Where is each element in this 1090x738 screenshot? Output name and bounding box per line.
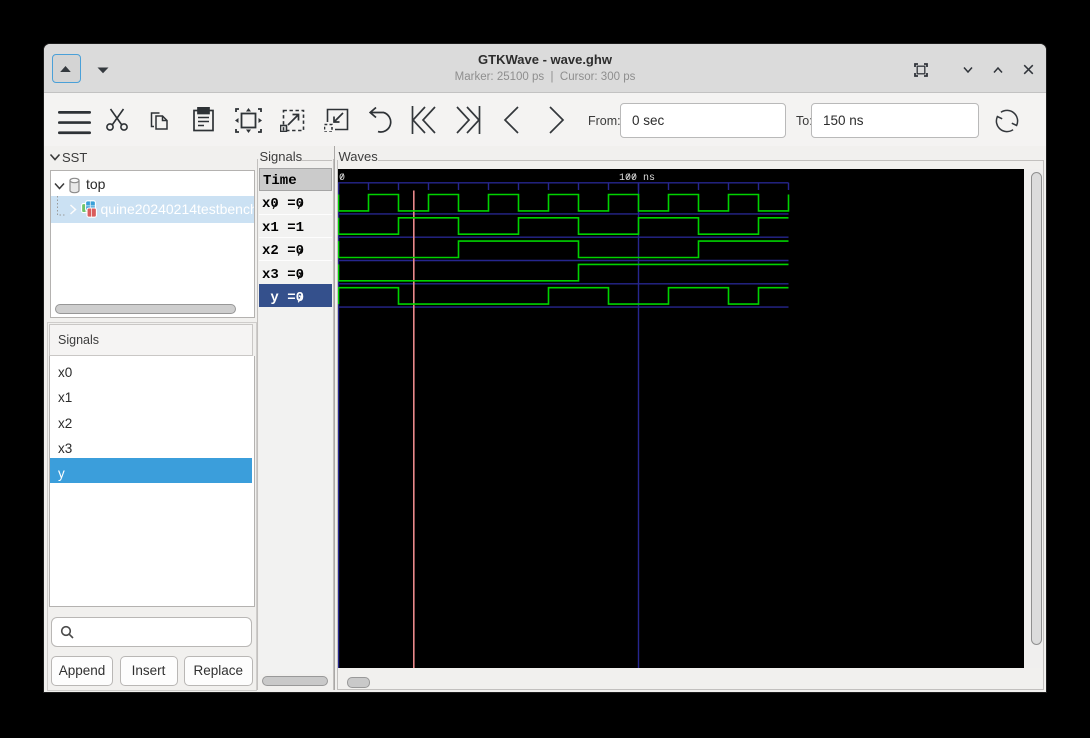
svg-text:0: 0 [339,173,345,184]
svg-text:100 ns: 100 ns [619,173,655,184]
